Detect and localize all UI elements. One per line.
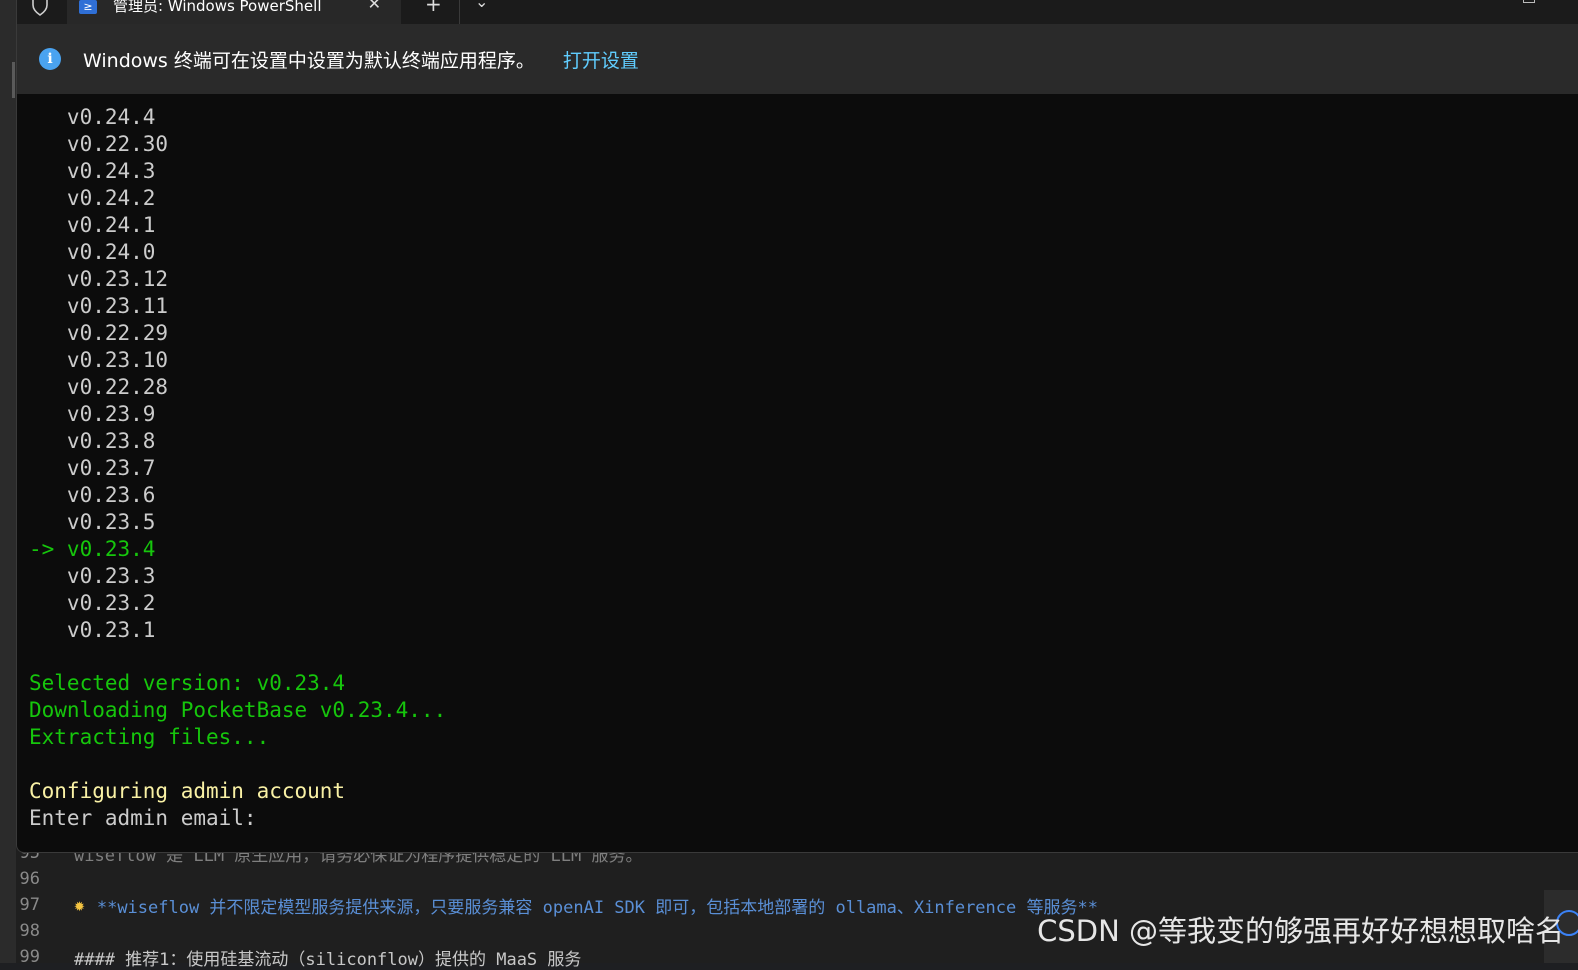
version-line: v0.23.6	[29, 483, 156, 507]
version-line: v0.23.8	[29, 429, 156, 453]
editor-line[interactable]: 96	[16, 866, 1578, 892]
version-line: v0.23.11	[29, 294, 169, 318]
info-icon: i	[39, 48, 61, 70]
chevron-down-icon[interactable]: ⌄	[475, 0, 488, 11]
sun-emoji-icon: ✹	[74, 894, 85, 916]
line-text: **wiseflow 并不限定模型服务提供来源，只要服务兼容 openAI SD…	[96, 897, 1098, 918]
close-tab-icon[interactable]: ✕	[368, 0, 381, 13]
line-number: 98	[19, 921, 40, 941]
shield-icon[interactable]	[31, 0, 49, 16]
version-line: v0.24.3	[29, 159, 156, 183]
editor-activity-strip	[0, 0, 16, 963]
tab-powershell[interactable]: ≥ 管理员: Windows PowerShell ✕	[67, 0, 401, 24]
line-number: 97	[19, 895, 40, 915]
version-line: v0.23.9	[29, 402, 156, 426]
tab-separator	[459, 0, 460, 24]
line-text: #### 推荐1：使用硅基流动（siliconflow）提供的 MaaS 服务	[74, 949, 582, 970]
version-line: v0.23.7	[29, 456, 156, 480]
terminal-titlebar[interactable]: ≥ 管理员: Windows PowerShell ✕ + ⌄	[17, 0, 1578, 24]
info-message: Windows 终端可在设置中设置为默认终端应用程序。	[83, 49, 535, 72]
line-number: 99	[19, 947, 40, 967]
version-line: v0.22.28	[29, 375, 169, 399]
version-line: v0.24.0	[29, 240, 156, 264]
version-line: v0.23.1	[29, 618, 156, 642]
activity-marker	[12, 62, 15, 98]
version-line: v0.24.2	[29, 186, 156, 210]
version-line: v0.24.4	[29, 105, 156, 129]
version-line: v0.24.1	[29, 213, 156, 237]
line-number: 96	[19, 869, 40, 889]
open-settings-link[interactable]: 打开设置	[563, 46, 639, 73]
selected-version-message: Selected version: v0.23.4	[29, 671, 346, 695]
tab-title: 管理员: Windows PowerShell	[113, 0, 322, 15]
powershell-icon: ≥	[79, 0, 97, 14]
console-output[interactable]: v0.24.4 v0.22.30 v0.24.3 v0.24.2 v0.24.1…	[17, 104, 1578, 852]
admin-email-prompt[interactable]: Enter admin email:	[29, 805, 257, 832]
version-line: v0.22.29	[29, 321, 169, 345]
version-line: v0.22.30	[29, 132, 169, 156]
configuring-message: Configuring admin account	[29, 779, 346, 803]
selected-version-line: -> v0.23.4	[29, 537, 156, 561]
info-bar: i Windows 终端可在设置中设置为默认终端应用程序。 打开设置	[17, 24, 1578, 94]
version-line: v0.23.10	[29, 348, 169, 372]
version-line: v0.23.5	[29, 510, 156, 534]
extracting-message: Extracting files...	[29, 725, 270, 749]
downloading-message: Downloading PocketBase v0.23.4...	[29, 698, 447, 722]
terminal-window[interactable]: ≥ 管理员: Windows PowerShell ✕ + ⌄ i Window…	[16, 0, 1578, 853]
version-line: v0.23.2	[29, 591, 156, 615]
restore-window-button[interactable]	[1523, 0, 1535, 3]
version-line: v0.23.3	[29, 564, 156, 588]
csdn-watermark: CSDN @等我变的够强再好好想想取啥名	[1037, 914, 1564, 948]
version-line: v0.23.12	[29, 267, 169, 291]
new-tab-button[interactable]: +	[425, 0, 442, 16]
